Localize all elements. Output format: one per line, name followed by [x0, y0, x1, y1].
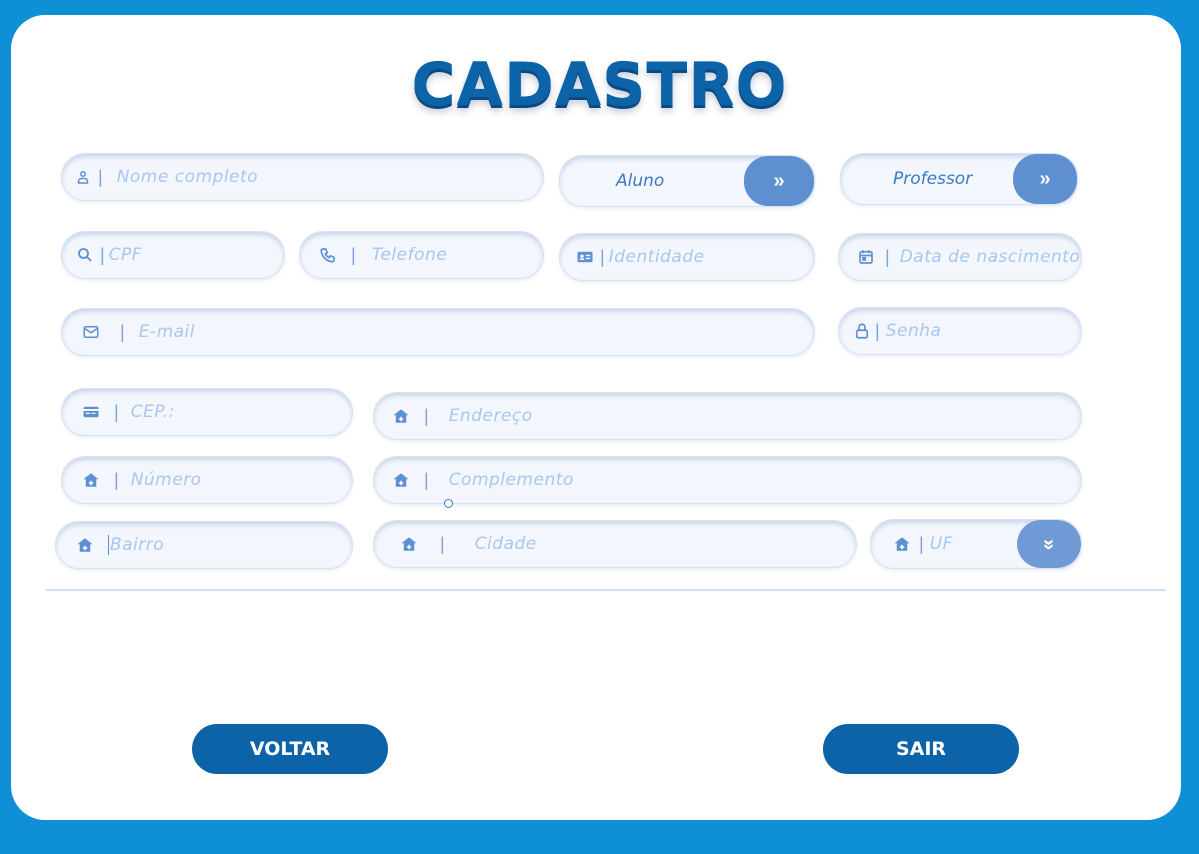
- home-icon: [390, 405, 412, 427]
- aluno-selector[interactable]: Aluno »: [559, 155, 815, 207]
- aluno-label: Aluno: [616, 171, 665, 191]
- numero-field[interactable]: | Número: [61, 456, 353, 504]
- nome-completo-field[interactable]: | Nome completo: [61, 153, 544, 201]
- numero-placeholder: Número: [130, 470, 202, 490]
- sair-button[interactable]: SAIR: [823, 724, 1019, 774]
- identidade-placeholder: Identidade: [608, 247, 705, 267]
- page-title: CADASTRO: [411, 50, 788, 120]
- uf-placeholder: UF: [929, 534, 953, 554]
- lock-icon: [851, 320, 873, 342]
- identidade-field[interactable]: | Identidade: [559, 233, 815, 281]
- double-chevron-right-icon: »: [1039, 167, 1051, 190]
- email-placeholder: E-mail: [138, 322, 195, 342]
- senha-field[interactable]: | Senha: [838, 307, 1082, 355]
- phone-icon: [317, 244, 339, 266]
- complemento-field[interactable]: | Complemento: [373, 456, 1082, 504]
- separator: |: [885, 246, 890, 267]
- section-divider: [46, 589, 1166, 591]
- separator: |: [424, 405, 429, 426]
- uf-field[interactable]: | UF »: [870, 519, 1082, 569]
- professor-selector[interactable]: Professor »: [840, 153, 1078, 205]
- mail-icon: [80, 321, 102, 343]
- bairro-field[interactable]: Bairro: [55, 521, 353, 569]
- home-icon: [390, 469, 412, 491]
- search-icon: [74, 244, 96, 266]
- mouse-cursor: [444, 499, 453, 508]
- separator: |: [424, 469, 429, 490]
- separator: |: [919, 533, 924, 554]
- separator: |: [114, 469, 119, 490]
- separator: |: [351, 244, 356, 265]
- home-icon: [891, 533, 913, 555]
- data-nascimento-placeholder: Data de nascimento: [899, 247, 1081, 267]
- aluno-select-button[interactable]: »: [744, 156, 814, 206]
- cidade-placeholder: Cidade: [474, 534, 537, 554]
- double-chevron-right-icon: »: [773, 169, 785, 192]
- double-chevron-down-icon: »: [1038, 538, 1061, 550]
- bairro-placeholder: Bairro: [108, 535, 165, 555]
- professor-select-button[interactable]: »: [1013, 154, 1077, 204]
- complemento-placeholder: Complemento: [448, 470, 574, 490]
- cep-placeholder: CEP.:: [130, 402, 175, 422]
- id-card-icon: [574, 246, 596, 268]
- senha-placeholder: Senha: [885, 321, 942, 341]
- home-icon: [80, 469, 102, 491]
- home-icon: [74, 534, 96, 556]
- cidade-field[interactable]: | Cidade: [373, 520, 857, 568]
- person-icon: [72, 166, 94, 188]
- nome-completo-placeholder: Nome completo: [116, 167, 259, 187]
- endereco-placeholder: Endereço: [448, 406, 533, 426]
- professor-label: Professor: [893, 169, 973, 189]
- separator: |: [875, 320, 880, 341]
- cpf-field[interactable]: | CPF: [61, 231, 285, 279]
- data-nascimento-field[interactable]: | Data de nascimento: [838, 233, 1082, 281]
- telefone-field[interactable]: | Telefone: [299, 231, 544, 279]
- card-icon: [80, 401, 102, 423]
- separator: |: [100, 244, 105, 265]
- uf-dropdown-button[interactable]: »: [1017, 520, 1081, 568]
- separator: |: [114, 401, 119, 422]
- telefone-placeholder: Telefone: [371, 245, 448, 265]
- separator: |: [98, 166, 103, 187]
- home-icon: [398, 533, 420, 555]
- separator: |: [600, 246, 605, 267]
- endereco-field[interactable]: | Endereço: [373, 392, 1082, 440]
- cpf-placeholder: CPF: [108, 245, 143, 265]
- separator: |: [120, 321, 125, 342]
- cep-field[interactable]: | CEP.:: [61, 388, 353, 436]
- separator: |: [440, 533, 445, 554]
- email-field[interactable]: | E-mail: [61, 308, 815, 356]
- calendar-icon: [855, 246, 877, 268]
- voltar-button[interactable]: VOLTAR: [192, 724, 388, 774]
